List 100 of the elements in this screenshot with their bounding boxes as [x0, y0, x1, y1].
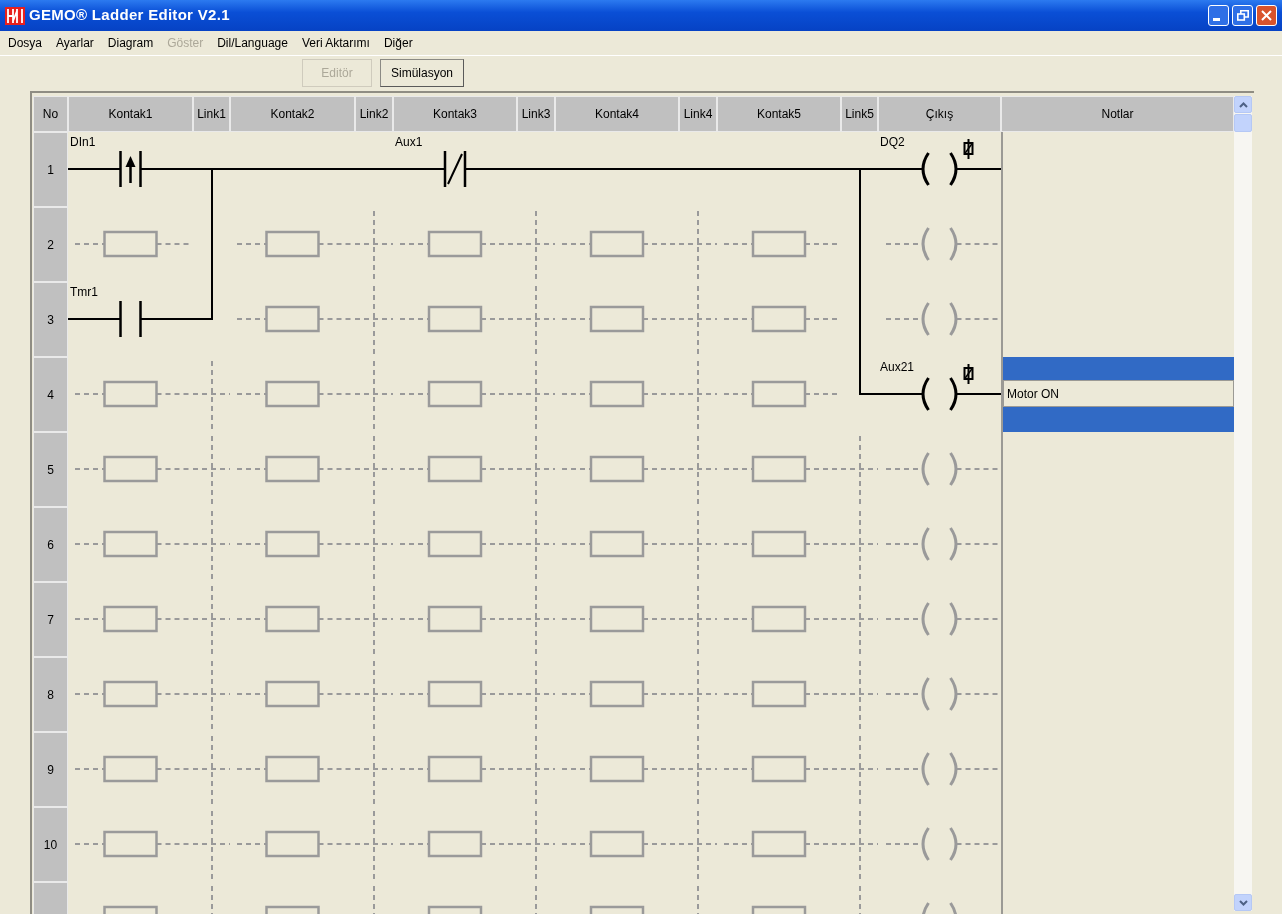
- empty-contact-slot[interactable]: [236, 380, 354, 408]
- row-number-cell[interactable]: 7: [33, 582, 68, 657]
- empty-contact-slot[interactable]: [399, 230, 516, 258]
- empty-contact-slot[interactable]: [236, 680, 354, 708]
- empty-coil-slot[interactable]: [885, 602, 1001, 636]
- empty-coil-slot[interactable]: [885, 302, 1001, 336]
- empty-contact-slot[interactable]: [74, 830, 192, 858]
- menu-item[interactable]: Diagram: [107, 34, 154, 52]
- empty-contact-slot[interactable]: [74, 455, 192, 483]
- row-number-cell[interactable]: 6: [33, 507, 68, 582]
- empty-contact-slot[interactable]: [236, 230, 354, 258]
- menu-item[interactable]: Diğer: [383, 34, 413, 52]
- empty-contact-slot[interactable]: [723, 230, 840, 258]
- note-cell[interactable]: Motor ON: [1003, 357, 1234, 432]
- empty-contact-slot[interactable]: [723, 755, 840, 783]
- menu-item[interactable]: Dil/Language: [217, 34, 288, 52]
- empty-coil-slot[interactable]: [885, 677, 1001, 711]
- empty-contact-slot[interactable]: [236, 530, 354, 558]
- dashed-link-guide: [535, 585, 537, 657]
- column-header: Kontak5: [717, 96, 841, 132]
- minimize-button[interactable]: [1208, 5, 1229, 26]
- empty-contact-slot[interactable]: [74, 755, 192, 783]
- empty-contact-slot[interactable]: [265, 905, 320, 914]
- empty-contact-slot[interactable]: [723, 680, 840, 708]
- empty-contact-slot[interactable]: [723, 455, 840, 483]
- coil-symbol[interactable]: [877, 138, 1001, 186]
- empty-contact-slot[interactable]: [723, 380, 840, 408]
- empty-contact-slot[interactable]: [74, 380, 192, 408]
- row-number-cell[interactable]: 10: [33, 807, 68, 882]
- empty-contact-slot[interactable]: [236, 755, 354, 783]
- empty-contact-slot[interactable]: [561, 530, 678, 558]
- empty-contact-slot[interactable]: [399, 380, 516, 408]
- empty-contact-slot[interactable]: [74, 605, 192, 633]
- row-number-cell[interactable]: 8: [33, 657, 68, 732]
- empty-contact-slot[interactable]: [723, 605, 840, 633]
- empty-contact-slot[interactable]: [589, 905, 645, 914]
- empty-contact-slot[interactable]: [427, 905, 483, 914]
- scroll-up-button[interactable]: [1234, 96, 1252, 113]
- coil-symbol[interactable]: [877, 363, 1001, 411]
- empty-contact-slot[interactable]: [399, 305, 516, 333]
- empty-contact-slot[interactable]: [399, 830, 516, 858]
- contact-symbol[interactable]: [68, 301, 194, 337]
- restore-button[interactable]: [1232, 5, 1253, 26]
- empty-contact-slot[interactable]: [74, 230, 192, 258]
- dashed-link-guide: [697, 810, 699, 882]
- empty-contact-slot[interactable]: [561, 230, 678, 258]
- menu-item[interactable]: Dosya: [8, 34, 42, 52]
- dashed-guide-line: [678, 393, 718, 395]
- empty-contact-slot[interactable]: [561, 830, 678, 858]
- dashed-link-guide: [535, 810, 537, 882]
- dashed-link-guide: [373, 585, 375, 657]
- empty-contact-slot[interactable]: [399, 455, 516, 483]
- empty-coil-slot[interactable]: [885, 452, 1001, 486]
- empty-contact-slot[interactable]: [561, 605, 678, 633]
- dashed-guide-line: [840, 618, 879, 620]
- empty-contact-slot[interactable]: [561, 755, 678, 783]
- close-button[interactable]: [1256, 5, 1277, 26]
- dashed-guide-line: [192, 843, 231, 845]
- menu-item[interactable]: Ayarlar: [56, 34, 94, 52]
- empty-contact-slot[interactable]: [236, 605, 354, 633]
- contact-symbol[interactable]: [68, 151, 194, 187]
- row-number-cell[interactable]: 1: [33, 132, 68, 207]
- toolbar-button[interactable]: Simülasyon: [380, 59, 465, 87]
- empty-coil-slot[interactable]: [885, 227, 1001, 261]
- menu-item[interactable]: Veri Aktarımı: [301, 34, 370, 52]
- contact-symbol[interactable]: [392, 151, 518, 187]
- row-number-cell[interactable]: 9: [33, 732, 68, 807]
- note-input-field[interactable]: Motor ON: [1003, 380, 1234, 407]
- dashed-guide-line: [678, 768, 718, 770]
- row-number-cell[interactable]: 3: [33, 282, 68, 357]
- empty-contact-slot[interactable]: [723, 305, 840, 333]
- empty-contact-slot[interactable]: [236, 830, 354, 858]
- empty-contact-slot[interactable]: [103, 905, 158, 914]
- empty-contact-slot[interactable]: [74, 530, 192, 558]
- empty-contact-slot[interactable]: [561, 680, 678, 708]
- empty-contact-slot[interactable]: [561, 380, 678, 408]
- scroll-thumb[interactable]: [1234, 114, 1252, 132]
- dashed-link-guide: [373, 885, 375, 914]
- empty-coil-slot[interactable]: [885, 827, 1001, 861]
- empty-contact-slot[interactable]: [723, 830, 840, 858]
- empty-contact-slot[interactable]: [399, 530, 516, 558]
- row-number-cell[interactable]: 2: [33, 207, 68, 282]
- empty-contact-slot[interactable]: [236, 455, 354, 483]
- empty-contact-slot[interactable]: [399, 605, 516, 633]
- empty-coil-slot[interactable]: [885, 752, 1001, 786]
- empty-contact-slot[interactable]: [399, 680, 516, 708]
- empty-coil-slot[interactable]: [921, 902, 958, 914]
- vertical-scrollbar[interactable]: [1234, 96, 1252, 911]
- row-number-cell[interactable]: 5: [33, 432, 68, 507]
- empty-contact-slot[interactable]: [561, 305, 678, 333]
- dashed-guide-line: [354, 468, 394, 470]
- empty-contact-slot[interactable]: [236, 305, 354, 333]
- empty-contact-slot[interactable]: [723, 530, 840, 558]
- empty-coil-slot[interactable]: [885, 527, 1001, 561]
- scroll-down-button[interactable]: [1234, 894, 1252, 911]
- empty-contact-slot[interactable]: [751, 905, 807, 914]
- row-number-cell[interactable]: 4: [33, 357, 68, 432]
- empty-contact-slot[interactable]: [399, 755, 516, 783]
- empty-contact-slot[interactable]: [74, 680, 192, 708]
- empty-contact-slot[interactable]: [561, 455, 678, 483]
